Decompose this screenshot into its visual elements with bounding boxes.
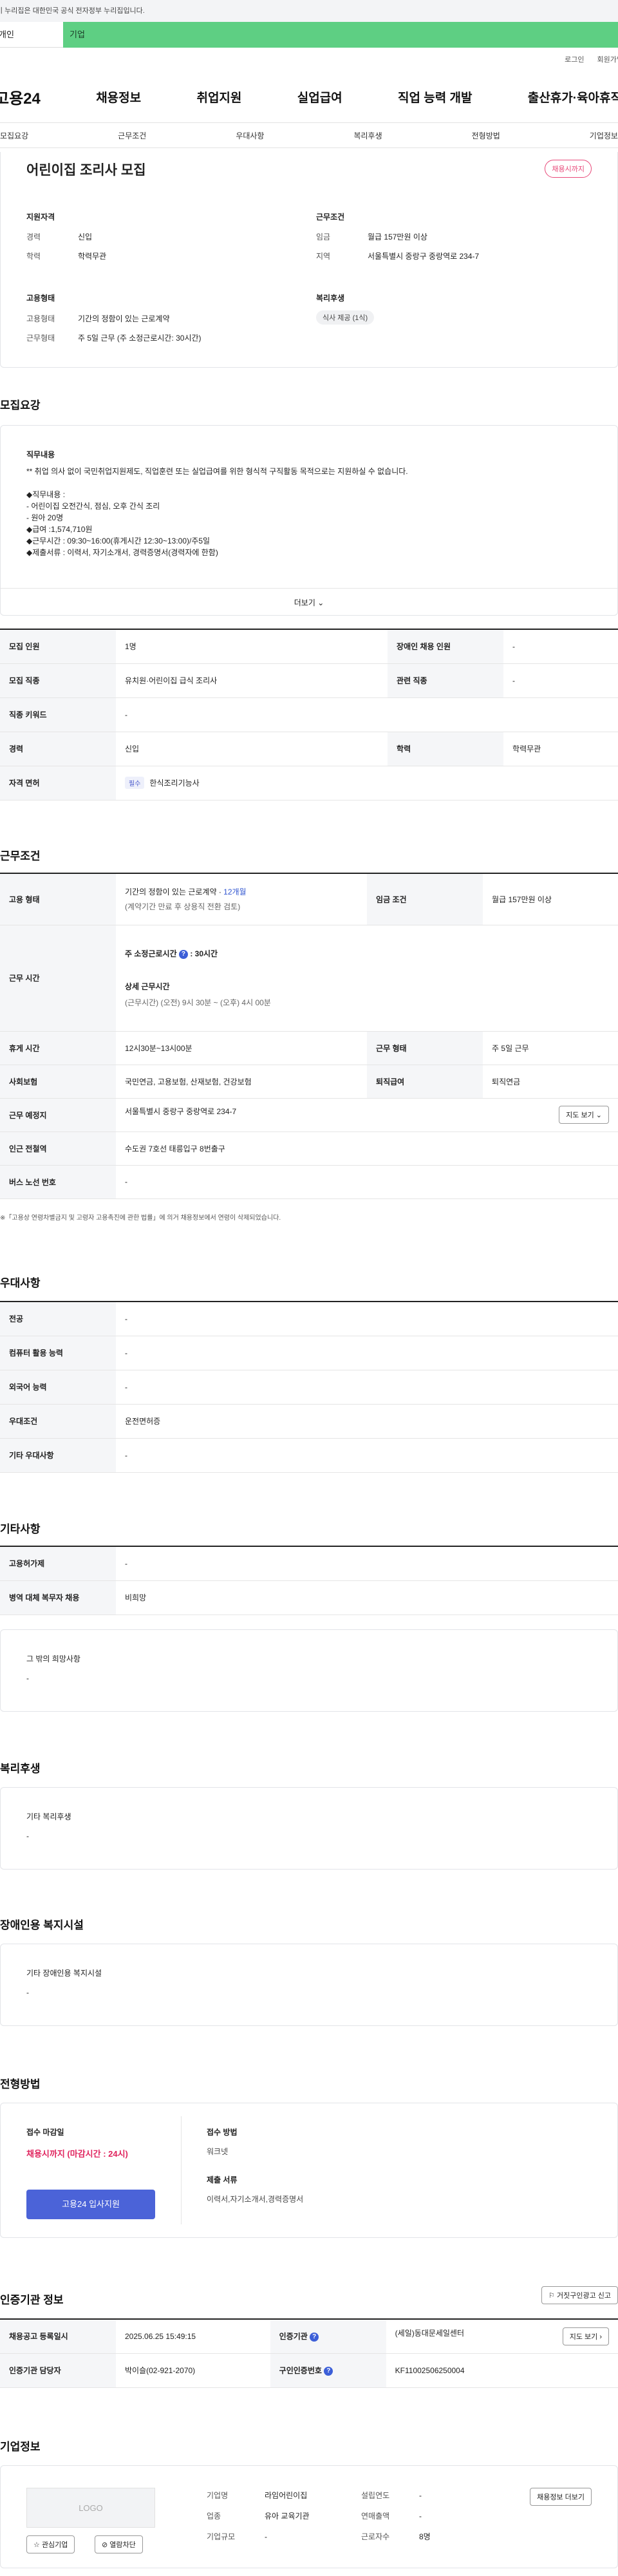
company-logo: LOGO xyxy=(26,2488,155,2528)
nav-item[interactable]: 채용정보 xyxy=(96,88,141,106)
table-row: 직종 키워드 - xyxy=(0,697,618,732)
global-nav: 고용24 채용정보 취업지원 실업급여 직업 능력 개발 출산휴가·육아휴직 xyxy=(0,71,618,122)
desc-line: ◆직무내용 : xyxy=(26,490,66,499)
cond-title: 근무조건 xyxy=(316,213,345,222)
disab-box: 기타 장애인용 복지시설 - xyxy=(0,1944,618,2026)
qual-row: 경력 신입 xyxy=(26,232,93,242)
work-heading: 근무조건 xyxy=(0,850,41,862)
nav-item[interactable]: 취업지원 xyxy=(196,88,241,106)
pref-table: 전공 - 컴퓨터 활용 능력 - 외국어 능력 - 우대조건 운전면허증 기타 우대사항… xyxy=(0,1301,618,1473)
tab-business[interactable]: 기업 xyxy=(63,22,618,48)
service-tabs: 개인 기업 xyxy=(0,22,618,48)
company-info: 기업명 라임어린이집 설립연도 - 업종 유아 교육기관 연매출액 - 기업규모 - 근로자수 8… xyxy=(207,2491,431,2541)
etc-heading: 기타사항 xyxy=(0,1523,41,1535)
more-jobs-button[interactable]: 채용정보 더보기 xyxy=(530,2488,592,2506)
nav-item[interactable]: 출산휴가·육아휴직 xyxy=(528,88,618,106)
process-heading: 전형방법 xyxy=(0,2078,41,2090)
process-box: 접수 마감일 채용시까지 (마감시간 : 24시) 고용24 입사지원 접수 방… xyxy=(0,2103,618,2238)
qual-title: 지원자격 xyxy=(26,213,55,222)
emp-title: 고용형태 xyxy=(26,294,55,303)
deadline-badge: 채용시까지 xyxy=(545,160,592,178)
tab-welfare[interactable]: 복리후생 xyxy=(353,130,382,141)
nav-item[interactable]: 실업급여 xyxy=(297,88,342,106)
required-tag: 필수 xyxy=(125,777,145,789)
job-desc-box: 직무내용 ** 취업 의사 없이 국민취업지원제도, 직업훈련 또는 실업급여를… xyxy=(0,425,618,616)
desc-line: ** 취업 의사 없이 국민취업지원제도, 직업훈련 또는 실업급여를 위한 형… xyxy=(26,467,408,476)
help-icon[interactable]: ? xyxy=(178,949,188,959)
agency-table: 채용공고 등록일시 2025.06.25 15:49:15 인증기관 ? (세일)동대… xyxy=(0,2318,618,2388)
section-tabs: 모집요강 근무조건 우대사항 복리후생 전형방법 기업정보 xyxy=(0,122,618,148)
cond-row: 지역 서울특별시 중랑구 중랑역로 234-7 xyxy=(316,252,480,261)
desc-line xyxy=(26,477,408,489)
tab-company[interactable]: 기업정보 xyxy=(590,130,618,141)
tab-pref[interactable]: 우대사항 xyxy=(236,130,264,141)
emp-row: 고용형태 기간의 정함이 있는 근로계약 xyxy=(26,314,170,323)
desc-line: ◆제출서류 : 이력서, 자기소개서, 경력증명서(경력자에 한함) xyxy=(26,548,218,557)
nav-item[interactable]: 직업 능력 개발 xyxy=(398,88,472,106)
fav-button[interactable]: ☆ 관심기업 xyxy=(26,2535,75,2553)
tab-personal[interactable]: 개인 xyxy=(0,22,63,48)
util-bar: 로그인 회원가입 xyxy=(0,48,618,71)
signup-link[interactable]: 회원가입 xyxy=(597,54,618,64)
tab-work[interactable]: 근무조건 xyxy=(118,130,146,141)
recruit-table: 모집 인원 1명 장애인 채용 인원 - 모집 직종 유치원·어린이집 급식 조리사 관련… xyxy=(0,629,618,800)
recruit-heading: 모집요강 xyxy=(0,399,41,412)
gov-banner: 이 누리집은 대한민국 공식 전자정부 누리집입니다. xyxy=(0,0,618,22)
table-row: 경력 신입 학력 학력무관 xyxy=(0,732,618,766)
chevron-down-icon: ⌄ xyxy=(317,598,324,607)
etc-table: 고용허가제 - 병역 대체 복무자 채용 비희망 xyxy=(0,1546,618,1615)
more-button[interactable]: 더보기 ⌄ xyxy=(1,588,617,617)
summary-card: 어린이집 조리사 모집 채용시까지 지원자격 경력 신입 학력 학력무관 근무조건 … xyxy=(0,152,618,368)
table-row: 자격 면허 필수 한식조리기능사 xyxy=(0,766,618,800)
etc-box: 그 밖의 희망사항 - xyxy=(0,1629,618,1712)
divider xyxy=(181,2116,182,2224)
age-note: ※「고용상 연령차별금지 및 고령자 고용촉진에 관한 법률」에 의거 채용정보… xyxy=(0,1215,281,1222)
welfare-box: 기타 복리후생 - xyxy=(0,1787,618,1870)
star-icon: ☆ xyxy=(33,2541,40,2549)
table-row: 근무 시간 주 소정근로시간 ? : 30시간 상세 근무시간 (근무시간) (오전)… xyxy=(0,925,618,1032)
help-icon[interactable]: ? xyxy=(324,2366,333,2376)
desc-line: - 어린이집 오전간식, 점심, 오후 간식 조리 xyxy=(26,502,160,511)
table-row: 인근 전철역 수도권 7호선 태릉입구 8번출구 xyxy=(0,1132,618,1166)
company-box: LOGO ☆ 관심기업 ⊘ 열람차단 기업명 라임어린이집 설립연도 - 업종 유아 교… xyxy=(0,2465,618,2568)
job-title: 어린이집 조리사 모집 xyxy=(26,163,146,178)
login-link[interactable]: 로그인 xyxy=(565,54,584,64)
welfare-tag: 식사 제공 (1식) xyxy=(316,310,375,325)
desc-line: ◆급여 :1,574,710원 xyxy=(26,525,93,534)
tab-recruit[interactable]: 모집요강 xyxy=(0,130,28,141)
table-row: 휴게 시간 12시30분~13시00분 근무 형태 주 5일 근무 xyxy=(0,1031,618,1065)
tab-process[interactable]: 전형방법 xyxy=(472,130,500,141)
table-row: 모집 인원 1명 장애인 채용 인원 - xyxy=(0,629,618,664)
apply-button[interactable]: 고용24 입사지원 xyxy=(26,2190,155,2219)
table-row: 고용 형태 기간의 정함이 있는 근로계약 · 12개월 (계약기간 만료 후 상용… xyxy=(0,873,618,925)
agency-heading: 인증기관 정보 xyxy=(0,2294,64,2306)
site-logo[interactable]: 고용24 xyxy=(0,86,41,108)
cond-row: 임금 월급 157만원 이상 xyxy=(316,232,427,242)
welfare-heading: 복리후생 xyxy=(0,1763,41,1775)
flag-icon: ⚐ xyxy=(548,2292,555,2300)
desc-line: - 원아 20명 xyxy=(26,513,64,522)
company-heading: 기업정보 xyxy=(0,2441,41,2453)
table-row: 버스 노선 번호 - xyxy=(0,1165,618,1199)
table-row: 근무 예정지 서울특별시 중랑구 중랑역로 234-7 지도 보기 ⌄ xyxy=(0,1098,618,1132)
desc-text: ** 취업 의사 없이 국민취업지원제도, 직업훈련 또는 실업급여를 위한 형… xyxy=(26,466,408,558)
deadline-value: 채용시까지 (마감시간 : 24시) xyxy=(26,2149,128,2159)
table-row: 사회보험 국민연금, 고용보험, 산재보험, 건강보험 퇴직급여 퇴직연금 xyxy=(0,1065,618,1099)
block-icon: ⊘ xyxy=(102,2541,108,2549)
desc-title: 직무내용 xyxy=(26,450,55,459)
emp-row: 근무형태 주 5일 근무 (주 소정근로시간: 30시간) xyxy=(26,334,201,343)
agency-map-button[interactable]: 지도 보기 › xyxy=(562,2327,609,2345)
map-button[interactable]: 지도 보기 ⌄ xyxy=(559,1106,609,1124)
help-icon[interactable]: ? xyxy=(310,2333,319,2342)
desc-line: ◆근무시간 : 09:30~16:00(휴게시간 12:30~13:00)/주5… xyxy=(26,536,211,545)
table-row: 모집 직종 유치원·어린이집 급식 조리사 관련 직종 - xyxy=(0,663,618,698)
work-table: 고용 형태 기간의 정함이 있는 근로계약 · 12개월 (계약기간 만료 후 상용… xyxy=(0,873,618,1199)
qual-row: 학력 학력무관 xyxy=(26,252,107,261)
pref-heading: 우대사항 xyxy=(0,1277,41,1289)
block-button[interactable]: ⊘ 열람차단 xyxy=(95,2535,143,2553)
disab-heading: 장애인용 복지시설 xyxy=(0,1919,84,1931)
welfare-title: 복리후생 xyxy=(316,294,345,303)
report-button[interactable]: ⚐ 거짓구인광고 신고 xyxy=(541,2286,618,2304)
